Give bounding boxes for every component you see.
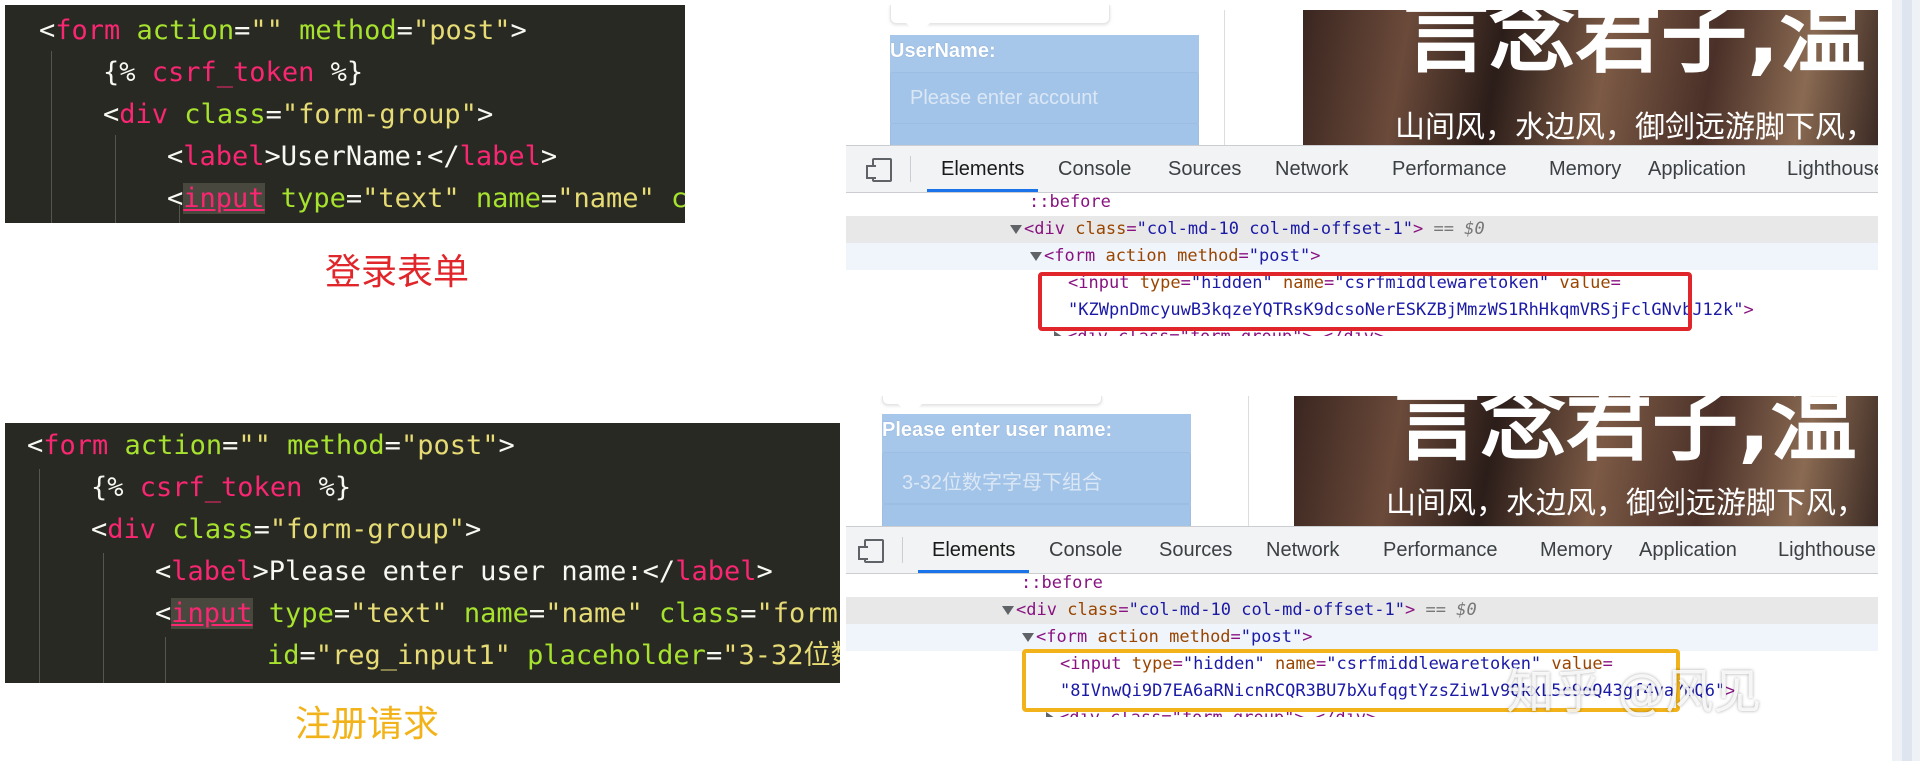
dom-row-div-selected[interactable]: <div class="col-md-10 col-md-offset-1"> … (846, 597, 1878, 624)
zhihu-watermark: 知乎 @风见 (1506, 664, 1762, 717)
dom-row-before[interactable]: ::before (846, 189, 1878, 216)
code-line-2: {% csrf_token %} (91, 472, 352, 503)
tab-application[interactable]: Application (1639, 527, 1737, 573)
code-line-4: <label>UserName:</label> (167, 141, 558, 172)
dom-row-div-selected[interactable]: <div class="col-md-10 col-md-offset-1"> … (846, 216, 1878, 243)
tab-console[interactable]: Console (1049, 527, 1122, 573)
device-toolbar-icon[interactable] (858, 539, 884, 563)
register-caption: 注册请求 (295, 704, 440, 745)
tab-memory[interactable]: Memory (1549, 146, 1621, 192)
tooltip-popup (890, 5, 1110, 24)
page-scrollbar[interactable] (1892, 0, 1920, 761)
devtools-tabbar: Elements Console Sources Network Perform… (846, 146, 1878, 193)
username-placeholder: Please enter account (910, 87, 1098, 109)
tab-elements[interactable]: Elements (926, 146, 1039, 192)
banner-image: 言念君子,温 山间风，水边风，御剑远游脚下风， (1294, 396, 1878, 526)
code-line-3: <div class="form-group"> (91, 514, 482, 545)
dom-row-before[interactable]: ::before (846, 570, 1878, 597)
code-line-5: <input type="text" name="name" class="fo… (155, 598, 840, 629)
tab-lighthouse[interactable]: Lighthouse (1778, 527, 1876, 573)
code-line-1: <form action="" method="post"> (27, 430, 515, 461)
devtools-tabbar: Elements Console Sources Network Perform… (846, 527, 1878, 574)
dom-row-form[interactable]: <form action method="post"> (846, 243, 1878, 270)
tab-performance[interactable]: Performance (1383, 527, 1498, 573)
code-line-2: {% csrf_token %} (103, 57, 364, 88)
banner-title: 言念君子,温 (1394, 396, 1857, 473)
tab-application[interactable]: Application (1648, 146, 1746, 192)
expand-triangle-icon[interactable] (1010, 224, 1022, 234)
collapsed-triangle-icon[interactable] (1046, 712, 1055, 717)
code-line-1: <form action="" method="post"> (39, 15, 527, 46)
code-line-3: <div class="form-group"> (103, 99, 494, 130)
username-label: Please enter user name: (882, 419, 1113, 441)
tab-performance[interactable]: Performance (1392, 146, 1507, 192)
tab-sources[interactable]: Sources (1159, 527, 1232, 573)
expand-triangle-icon[interactable] (1022, 632, 1034, 642)
register-browser-preview: Please enter user name: 3-32位数字字母下组合 言念君… (846, 396, 1878, 526)
username-placeholder: 3-32位数字字母下组合 (902, 472, 1103, 494)
next-input[interactable] (882, 504, 1191, 526)
tab-sources[interactable]: Sources (1168, 146, 1241, 192)
expand-triangle-icon[interactable] (1030, 251, 1042, 261)
login-code-editor: <form action="" method="post"> {% csrf_t… (5, 5, 685, 223)
expand-triangle-icon[interactable] (1002, 605, 1014, 615)
login-devtools-panel: Elements Console Sources Network Perform… (846, 145, 1878, 346)
login-caption: 登录表单 (325, 252, 470, 293)
tab-network[interactable]: Network (1266, 527, 1339, 573)
device-toolbar-icon[interactable] (866, 158, 892, 182)
tab-memory[interactable]: Memory (1540, 527, 1612, 573)
tab-elements[interactable]: Elements (917, 527, 1030, 573)
dom-row-form[interactable]: <form action method="post"> (846, 624, 1878, 651)
register-devtools-panel: Elements Console Sources Network Perform… (846, 526, 1878, 717)
next-input[interactable] (890, 123, 1199, 145)
banner-subtitle: 山间风，水边风，御剑远游脚下风， (1386, 486, 1866, 521)
banner-title: 言念君子,温 (1403, 10, 1866, 85)
banner-image: 言念君子,温 山间风，水边风，御剑远游脚下风， (1303, 10, 1878, 145)
code-line-4: <label>Please enter user name:</label> (155, 556, 773, 587)
banner-subtitle: 山间风，水边风，御剑远游脚下风， (1395, 110, 1875, 145)
tab-network[interactable]: Network (1275, 146, 1348, 192)
code-line-6: id="reg_input1" placeholder="3-32位数 (267, 640, 840, 671)
tab-console[interactable]: Console (1058, 146, 1131, 192)
register-code-editor: <form action="" method="post"> {% csrf_t… (5, 423, 840, 683)
login-browser-preview: UserName: Please enter account 言念君子,温 山间… (846, 5, 1878, 145)
code-line-5: <input type="text" name="name" cl (167, 183, 685, 214)
tab-lighthouse[interactable]: Lighthouse (1787, 146, 1878, 192)
collapsed-triangle-icon[interactable] (1054, 331, 1063, 336)
token-highlight-box-red (1038, 272, 1692, 331)
tooltip-tail (906, 23, 930, 35)
username-label: UserName: (890, 40, 996, 62)
